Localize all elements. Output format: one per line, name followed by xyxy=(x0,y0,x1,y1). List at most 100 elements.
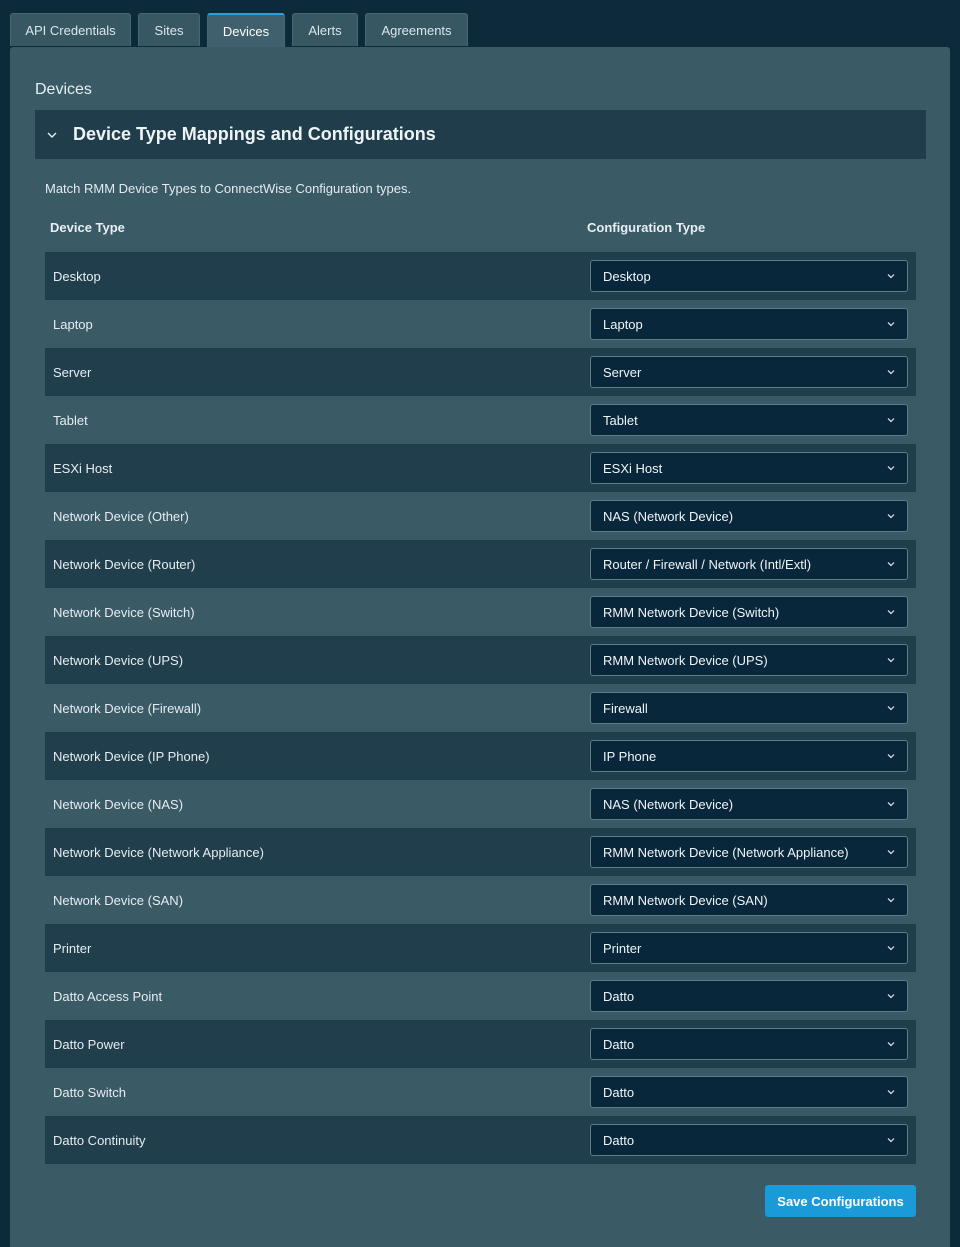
column-header-configuration-type: Configuration Type xyxy=(587,220,706,235)
chevron-down-icon xyxy=(887,1042,895,1047)
configuration-type-select[interactable]: NAS (Network Device) xyxy=(590,788,908,820)
configuration-type-value: Datto xyxy=(603,988,635,1004)
table-row: Network Device (Firewall) Firewall xyxy=(45,684,916,732)
configuration-type-select[interactable]: Datto xyxy=(590,1028,908,1060)
chevron-down-icon xyxy=(887,1090,895,1095)
accordion-title: Device Type Mappings and Configurations xyxy=(73,124,436,144)
configuration-type-select[interactable]: Datto xyxy=(590,1076,908,1108)
configuration-type-value: Desktop xyxy=(603,268,651,284)
configuration-type-value: Datto xyxy=(603,1036,635,1052)
configuration-type-select[interactable]: RMM Network Device (SAN) xyxy=(590,884,908,916)
device-type-label: Desktop xyxy=(53,268,101,284)
table-row: Network Device (Router) Router / Firewal… xyxy=(45,540,916,588)
table-row: Network Device (UPS) RMM Network Device … xyxy=(45,636,916,684)
table-row: Datto Switch Datto xyxy=(45,1068,916,1116)
configuration-type-select[interactable]: RMM Network Device (UPS) xyxy=(590,644,908,676)
configuration-type-value: NAS (Network Device) xyxy=(603,796,734,812)
device-type-label: Network Device (UPS) xyxy=(53,652,184,668)
configuration-type-select[interactable]: RMM Network Device (Switch) xyxy=(590,596,908,628)
device-type-label: Network Device (Firewall) xyxy=(53,700,202,716)
table-row: Network Device (NAS) NAS (Network Device… xyxy=(45,780,916,828)
configuration-type-value: Firewall xyxy=(603,700,648,716)
device-type-label: Tablet xyxy=(53,412,88,428)
configuration-type-value: Server xyxy=(603,364,642,380)
chevron-down-icon xyxy=(887,466,895,471)
configuration-type-select[interactable]: Tablet xyxy=(590,404,908,436)
chevron-down-icon xyxy=(887,1138,895,1143)
tab-label: API Credentials xyxy=(25,22,116,38)
tab-label: Agreements xyxy=(381,22,452,38)
configuration-type-value: IP Phone xyxy=(603,748,657,764)
chevron-down-icon xyxy=(887,562,895,567)
accordion-header-device-mappings[interactable]: Device Type Mappings and Configurations xyxy=(35,110,926,159)
configuration-type-select[interactable]: Firewall xyxy=(590,692,908,724)
configuration-type-value: ESXi Host xyxy=(603,460,663,476)
chevron-down-icon xyxy=(887,994,895,999)
configuration-type-select[interactable]: Router / Firewall / Network (Intl/Extl) xyxy=(590,548,908,580)
device-type-label: Network Device (NAS) xyxy=(53,796,184,812)
table-row: Datto Continuity Datto xyxy=(45,1116,916,1164)
tab-alerts[interactable]: Alerts xyxy=(292,13,358,46)
configuration-type-value: Router / Firewall / Network (Intl/Extl) xyxy=(603,556,812,572)
tab-devices[interactable]: Devices xyxy=(207,13,285,48)
configuration-type-select[interactable]: NAS (Network Device) xyxy=(590,500,908,532)
table-row: Tablet Tablet xyxy=(45,396,916,444)
device-type-label: Server xyxy=(53,364,92,380)
device-type-label: Laptop xyxy=(53,316,93,332)
table-row: Network Device (Other) NAS (Network Devi… xyxy=(45,492,916,540)
table-row: ESXi Host ESXi Host xyxy=(45,444,916,492)
table-row: Network Device (SAN) RMM Network Device … xyxy=(45,876,916,924)
configuration-type-select[interactable]: Server xyxy=(590,356,908,388)
table-row: Printer Printer xyxy=(45,924,916,972)
tab-sites[interactable]: Sites xyxy=(138,13,200,46)
chevron-down-icon xyxy=(887,802,895,807)
table-row: Network Device (IP Phone) IP Phone xyxy=(45,732,916,780)
configuration-type-value: RMM Network Device (UPS) xyxy=(603,652,768,668)
device-type-label: ESXi Host xyxy=(53,460,113,476)
chevron-down-icon xyxy=(887,610,895,615)
configuration-type-value: RMM Network Device (SAN) xyxy=(603,892,768,908)
configuration-type-select[interactable]: Datto xyxy=(590,1124,908,1156)
configuration-type-value: Tablet xyxy=(603,412,638,428)
configuration-type-select[interactable]: ESXi Host xyxy=(590,452,908,484)
tab-agreements[interactable]: Agreements xyxy=(365,13,468,46)
save-configurations-button[interactable]: Save Configurations xyxy=(765,1185,916,1217)
table-row: Server Server xyxy=(45,348,916,396)
configuration-type-select[interactable]: Datto xyxy=(590,980,908,1012)
table-row: Desktop Desktop xyxy=(45,252,916,300)
chevron-down-icon xyxy=(887,754,895,759)
section-title: Devices xyxy=(35,81,92,98)
configuration-type-select[interactable]: IP Phone xyxy=(590,740,908,772)
tab-label: Devices xyxy=(222,24,270,39)
configuration-type-value: Printer xyxy=(603,940,642,956)
tab-api-credentials[interactable]: API Credentials xyxy=(10,13,131,46)
mapping-table: Desktop Desktop Laptop Laptop Server Ser… xyxy=(45,252,916,1164)
configuration-type-value: RMM Network Device (Switch) xyxy=(603,604,780,620)
configuration-type-select[interactable]: Laptop xyxy=(590,308,908,340)
device-type-label: Network Device (Router) xyxy=(53,556,196,572)
configuration-type-value: Datto xyxy=(603,1132,635,1148)
configuration-type-select[interactable]: Printer xyxy=(590,932,908,964)
table-row: Laptop Laptop xyxy=(45,300,916,348)
section-description: Match RMM Device Types to ConnectWise Co… xyxy=(45,181,412,196)
device-type-label: Printer xyxy=(53,940,92,956)
configuration-type-select[interactable]: RMM Network Device (Network Appliance) xyxy=(590,836,908,868)
table-row: Network Device (Switch) RMM Network Devi… xyxy=(45,588,916,636)
device-type-label: Datto Access Point xyxy=(53,988,163,1004)
configuration-type-select[interactable]: Desktop xyxy=(590,260,908,292)
chevron-down-icon xyxy=(887,658,895,663)
tab-label: Sites xyxy=(154,22,184,38)
configuration-type-value: Laptop xyxy=(603,316,643,332)
column-header-device-type: Device Type xyxy=(50,220,125,235)
configuration-type-value: RMM Network Device (Network Appliance) xyxy=(603,844,849,860)
device-type-label: Network Device (Switch) xyxy=(53,604,195,620)
devices-panel: Devices Device Type Mappings and Configu… xyxy=(10,47,950,1247)
chevron-down-icon xyxy=(47,132,57,138)
chevron-down-icon xyxy=(887,322,895,327)
table-row: Datto Power Datto xyxy=(45,1020,916,1068)
chevron-down-icon xyxy=(887,706,895,711)
configuration-type-value: Datto xyxy=(603,1084,635,1100)
chevron-down-icon xyxy=(887,418,895,423)
tab-bar: API Credentials Sites Devices Alerts Agr… xyxy=(10,13,475,48)
device-type-label: Datto Switch xyxy=(53,1084,126,1100)
